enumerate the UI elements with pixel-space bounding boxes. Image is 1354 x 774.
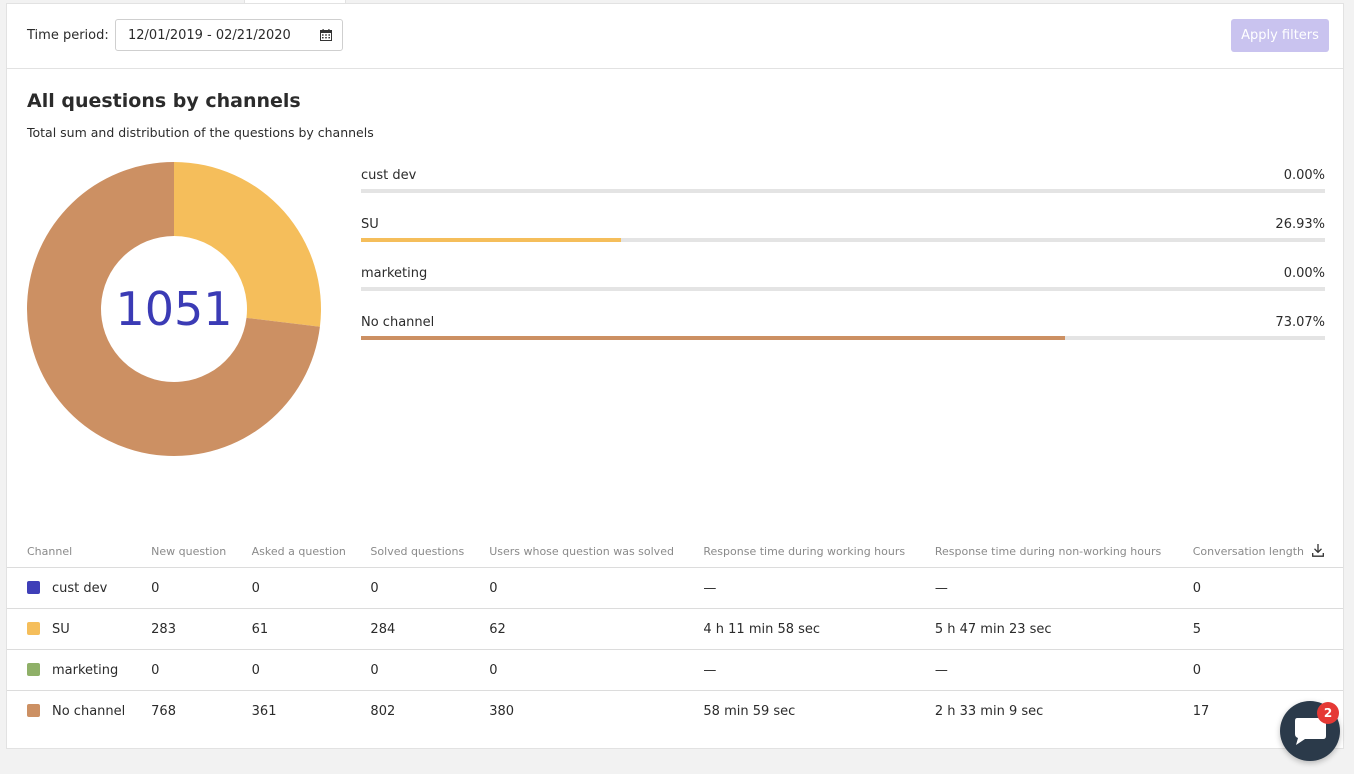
table-cell: —	[703, 567, 935, 609]
bar-track	[361, 238, 1325, 242]
channel-color-swatch	[27, 703, 40, 717]
bar-fill	[361, 238, 621, 242]
table-cell-empty	[1312, 649, 1343, 691]
bar-fill	[361, 336, 1066, 340]
table-row: No channel 768 361 802 380 58 min 59 sec 2 h 3…	[7, 691, 1343, 732]
bar-percent: 73.07%	[1275, 315, 1325, 330]
table-cell: 0	[1192, 649, 1313, 691]
channel-color-swatch	[27, 580, 40, 594]
channel-distribution-bars: cust dev 0.00% SU 26.93% marketing 0.00% No ch…	[361, 164, 1325, 360]
bar-row: cust dev 0.00%	[361, 164, 1325, 213]
table-cell: 0	[370, 649, 490, 691]
bar-label: cust dev	[361, 168, 417, 183]
table-cell: 361	[251, 703, 277, 719]
channel-name: cust dev	[52, 580, 108, 596]
table-cell: 0	[1192, 567, 1313, 609]
table-cell: 0	[251, 567, 371, 609]
header-response-working[interactable]: Response time during working hours	[703, 535, 935, 568]
table-cell: —	[703, 649, 935, 691]
bar-row: No channel 73.07%	[361, 311, 1325, 360]
table-header-row: Channel New question Asked a question So…	[7, 535, 1343, 568]
table-body: cust dev 0 0 0 0— —0 SU 283 61 284 62 4 h 11 min 58…	[7, 567, 1343, 732]
header-asked-question[interactable]: Asked a question	[251, 535, 371, 568]
donut-total: 1051	[115, 282, 233, 336]
download-cell	[1312, 535, 1343, 568]
bar-track	[361, 336, 1325, 340]
table-cell: 283	[151, 608, 252, 650]
header-channel[interactable]: Channel	[7, 535, 152, 568]
table-cell: 5	[1192, 608, 1313, 650]
header-solved-questions[interactable]: Solved questions	[370, 535, 490, 568]
bar-percent: 0.00%	[1283, 266, 1325, 281]
date-range-value: 12/01/2019 - 02/21/2020	[128, 28, 291, 43]
bar-label: No channel	[361, 315, 435, 330]
table-cell: 0	[489, 649, 704, 691]
table-cell: 284	[370, 608, 490, 650]
table-row: cust dev 0 0 0 0— —0	[7, 567, 1343, 609]
table-cell: 61	[251, 608, 371, 650]
table-cell: 0	[151, 649, 252, 691]
channel-color-swatch	[27, 621, 40, 635]
report-card: Time period: 12/01/2019 - 02/21/2020 App…	[6, 3, 1344, 749]
chat-badge: 2	[1317, 702, 1339, 724]
table-cell: 58 min 59 sec	[703, 703, 796, 719]
table-cell: 380	[489, 703, 515, 719]
table-cell: 802	[370, 703, 396, 719]
table-cell: 0	[251, 649, 371, 691]
table-cell-empty	[1312, 608, 1343, 650]
channel-name: marketing	[52, 662, 119, 678]
header-new-question[interactable]: New question	[151, 535, 252, 568]
date-range-input[interactable]: 12/01/2019 - 02/21/2020	[115, 19, 343, 51]
filter-bar: Time period: 12/01/2019 - 02/21/2020 App…	[7, 4, 1343, 69]
channel-name: SU	[52, 621, 70, 637]
section-title: All questions by channels	[27, 90, 301, 112]
bar-row: marketing 0.00%	[361, 262, 1325, 311]
table-row: SU 283 61 284 62 4 h 11 min 58 sec 5 h 47 min …	[7, 608, 1343, 650]
header-response-nonworking[interactable]: Response time during non-working hours	[934, 535, 1193, 568]
channel-color-swatch	[27, 662, 40, 676]
table-cell-empty	[1312, 567, 1343, 609]
channel-cell: SU	[7, 608, 152, 650]
apply-filters-button[interactable]: Apply filters	[1231, 19, 1329, 52]
bar-track	[361, 287, 1325, 291]
bar-track	[361, 189, 1325, 193]
table-row: marketing 0 0 0 0— —0	[7, 649, 1343, 691]
table-cell: —	[934, 649, 1193, 691]
bar-percent: 26.93%	[1275, 217, 1325, 232]
table-cell: 4 h 11 min 58 sec	[703, 608, 935, 650]
table-cell: 768	[151, 703, 176, 719]
calendar-icon[interactable]	[320, 29, 332, 41]
bar-row: SU 26.93%	[361, 213, 1325, 262]
channel-cell: cust dev	[7, 567, 152, 609]
header-conversation-length[interactable]: Conversation length	[1192, 535, 1313, 568]
donut-chart: 1051	[26, 161, 322, 457]
table-cell: 2 h 33 min 9 sec	[934, 703, 1044, 719]
table-cell: 62	[489, 608, 704, 650]
channel-name: No channel	[52, 703, 126, 719]
channel-cell: marketing	[7, 649, 152, 691]
section-subtitle: Total sum and distribution of the questi…	[27, 125, 374, 140]
table-cell: 0	[151, 567, 252, 609]
bar-label: SU	[361, 217, 379, 232]
table-cell: 0	[370, 567, 490, 609]
channel-cell: No channel	[7, 691, 151, 732]
bar-label: marketing	[361, 266, 428, 281]
bar-percent: 0.00%	[1283, 168, 1325, 183]
header-users-solved[interactable]: Users whose question was solved	[489, 535, 704, 568]
download-icon[interactable]	[1312, 544, 1325, 557]
time-period-label: Time period:	[27, 28, 109, 43]
table-cell: 0	[489, 567, 704, 609]
table-cell: —	[934, 567, 1193, 609]
table-cell: 5 h 47 min 23 sec	[934, 608, 1193, 650]
channel-stats-table: Channel New question Asked a question So…	[7, 535, 1343, 731]
